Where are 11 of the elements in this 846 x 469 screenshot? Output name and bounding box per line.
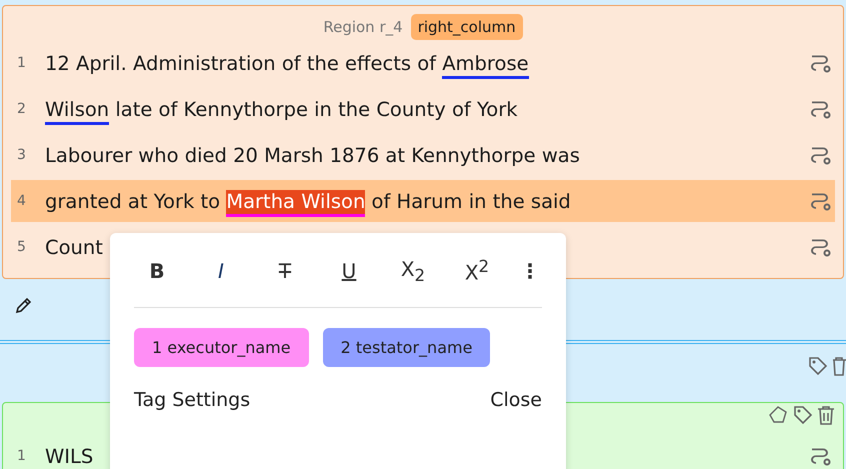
region-type-badge: right_column <box>410 14 523 40</box>
line-number: 4 <box>17 193 27 209</box>
line-number: 3 <box>17 147 27 163</box>
line-text: WILS <box>45 444 94 468</box>
line-number: 1 <box>17 55 27 71</box>
line-number: 1 <box>17 448 27 464</box>
line-number: 5 <box>17 239 27 255</box>
line-text: Count <box>45 236 104 258</box>
line-text: Labourer who died 20 Marsh 1876 at Kennythorpe was <box>45 144 581 166</box>
line-number: 2 <box>17 101 27 117</box>
region-label: Region r_4 <box>323 18 403 36</box>
